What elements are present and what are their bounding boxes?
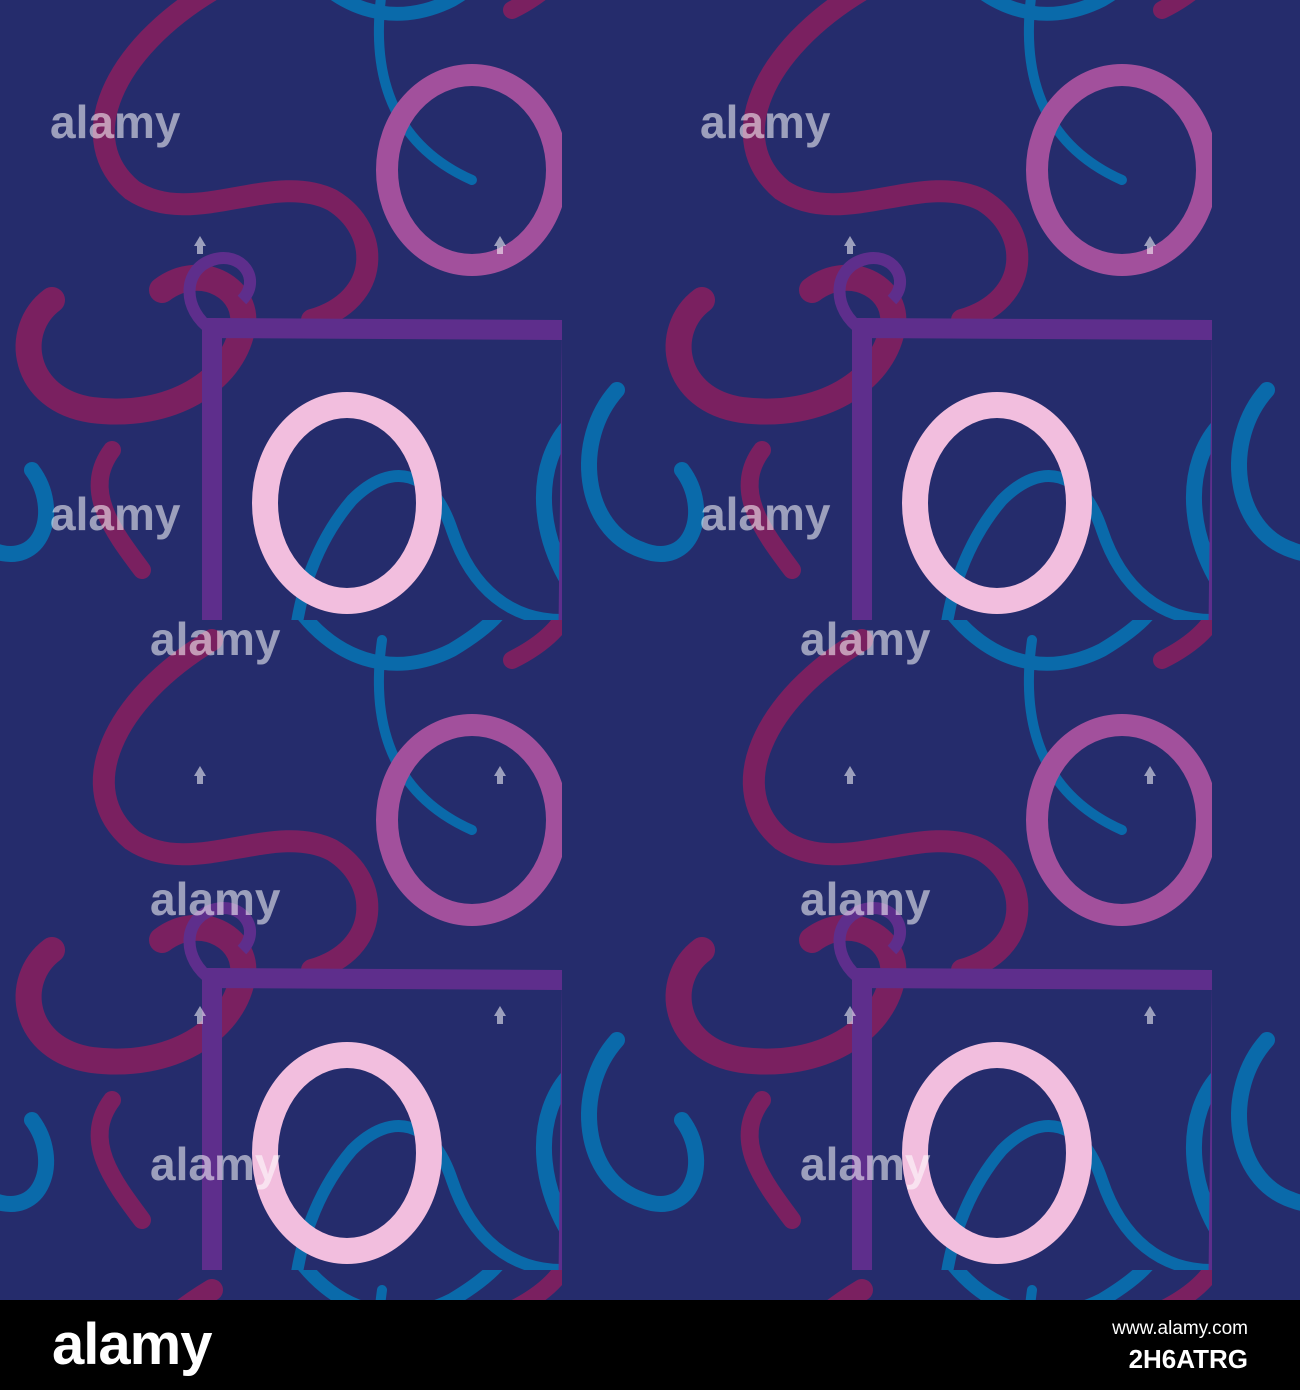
seamless-pattern-image: alamy alamy alamy alamy alamy alamy alamy alamy… xyxy=(0,0,1300,1300)
pattern-svg: alamy alamy alamy alamy alamy alamy alamy alamy… xyxy=(0,0,1300,1300)
watermark-text: alamy xyxy=(150,1138,281,1190)
watermark-text: alamy xyxy=(800,613,931,665)
watermark-text: alamy xyxy=(800,1138,931,1190)
watermark-text: alamy xyxy=(700,96,831,148)
watermark-text: alamy xyxy=(150,873,281,925)
alamy-logo: alamy xyxy=(52,1312,212,1377)
footer-bar: alamy www.alamy.com 2H6ATRG xyxy=(0,1300,1300,1390)
footer-image-id: 2H6ATRG xyxy=(1128,1344,1248,1374)
footer-info: www.alamy.com 2H6ATRG xyxy=(1112,1316,1248,1376)
watermark-text: alamy xyxy=(700,488,831,540)
footer-url: www.alamy.com xyxy=(1112,1318,1248,1339)
watermark-text: alamy xyxy=(150,613,281,665)
watermark-text: alamy xyxy=(800,873,931,925)
watermark-text: alamy xyxy=(50,96,181,148)
watermark-text: alamy xyxy=(50,488,181,540)
